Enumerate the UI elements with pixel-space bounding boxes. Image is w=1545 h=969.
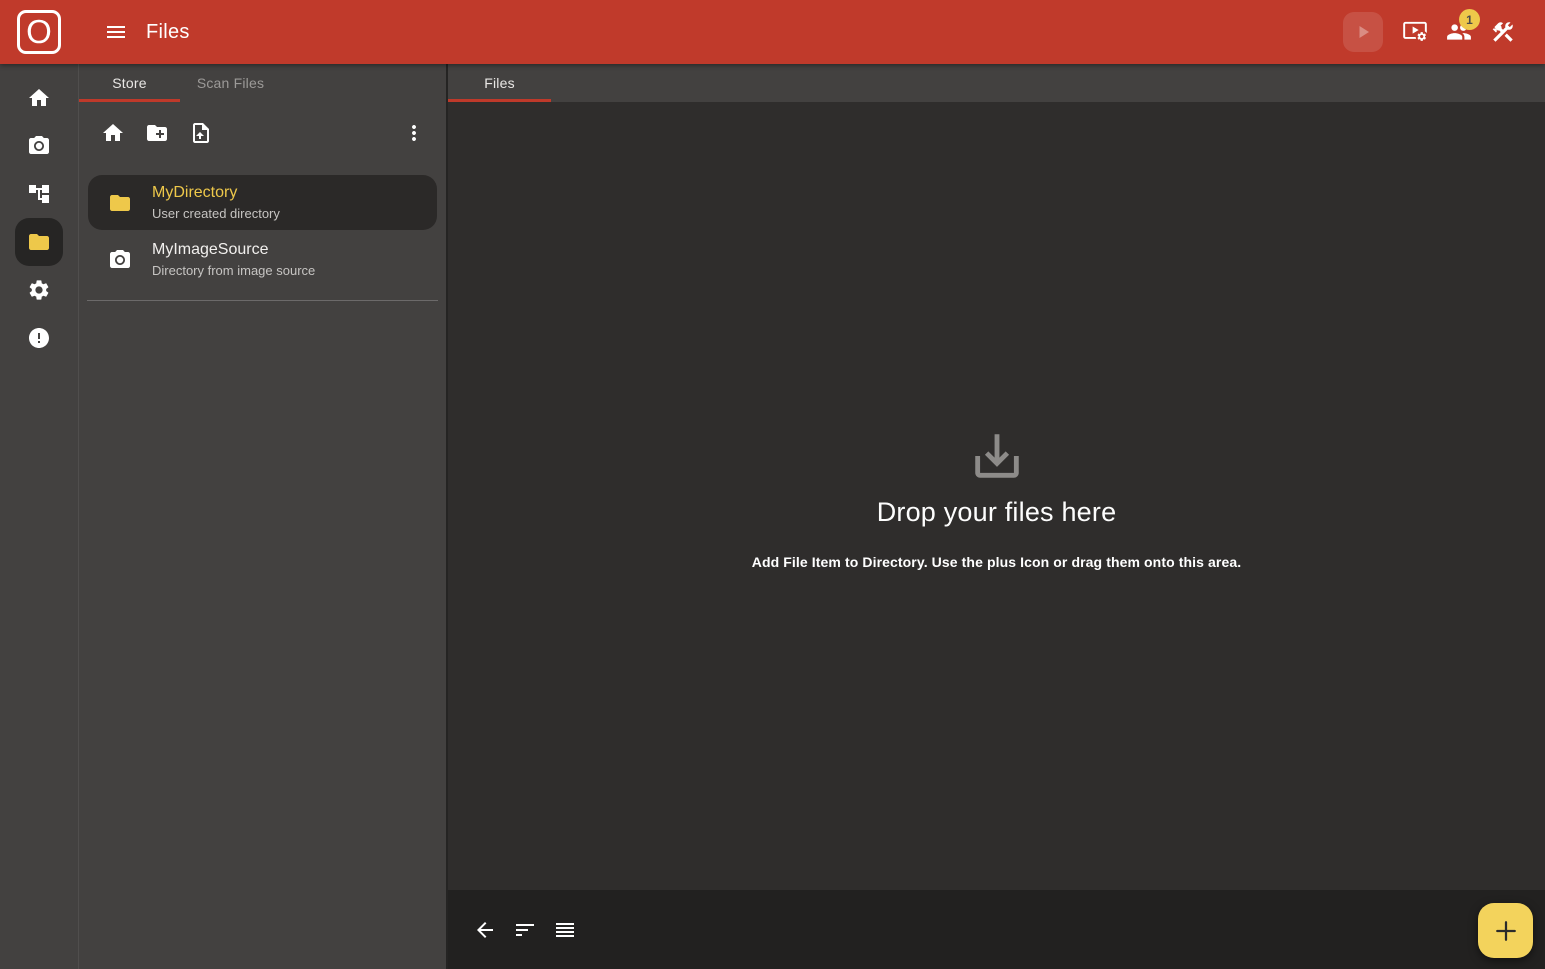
people-button[interactable]: 1 — [1437, 12, 1481, 52]
home-icon — [101, 121, 125, 145]
sidebar-item-alerts[interactable] — [15, 314, 63, 362]
upload-file-icon — [189, 121, 213, 145]
settings-gear-icon — [27, 278, 51, 302]
drop-title: Drop your files here — [752, 497, 1241, 528]
list-item-mydirectory[interactable]: MyDirectory User created directory — [88, 175, 437, 230]
upload-file-button[interactable] — [189, 121, 213, 145]
drop-subtitle: Add File Item to Directory. Use the plus… — [752, 554, 1241, 570]
logo-letter: O — [26, 15, 52, 48]
download-icon — [752, 427, 1241, 485]
camera-icon — [108, 248, 132, 272]
drop-zone[interactable]: Drop your files here Add File Item to Di… — [448, 102, 1545, 890]
tab-store[interactable]: Store — [79, 64, 180, 102]
back-button[interactable] — [473, 918, 497, 942]
header-actions: 1 — [1343, 12, 1545, 52]
plus-icon — [1491, 916, 1521, 946]
store-tab-bar: Store Scan Files — [79, 64, 446, 102]
create-new-folder-icon — [145, 121, 169, 145]
directory-list: MyDirectory User created directory MyIma… — [79, 167, 446, 289]
notification-badge: 1 — [1459, 9, 1480, 30]
home-directory-button[interactable] — [101, 121, 125, 145]
store-toolbar — [79, 102, 446, 167]
display-settings-icon — [1402, 19, 1428, 45]
tab-scan-files[interactable]: Scan Files — [180, 64, 281, 102]
sidebar-item-files[interactable] — [15, 218, 63, 266]
construction-icon — [1490, 19, 1516, 45]
directory-title: MyImageSource — [152, 240, 315, 259]
directory-subtitle: Directory from image source — [152, 263, 315, 279]
tab-files[interactable]: Files — [448, 64, 551, 102]
more-vert-icon — [402, 121, 426, 145]
account-tree-icon — [27, 182, 51, 206]
create-folder-button[interactable] — [145, 121, 169, 145]
drop-zone-message: Drop your files here Add File Item to Di… — [752, 427, 1241, 570]
play-button[interactable] — [1343, 12, 1383, 52]
nav-rail — [0, 64, 78, 969]
bottom-toolbar — [448, 890, 1545, 969]
files-panel: Files Drop your files here Add File Item… — [448, 64, 1545, 969]
file-store-panel: Store Scan Files MyDirectory User create… — [78, 64, 448, 969]
more-options-button[interactable] — [402, 121, 426, 145]
directory-title: MyDirectory — [152, 183, 280, 202]
folder-icon — [27, 230, 51, 254]
directory-subtitle: User created directory — [152, 206, 280, 222]
sidebar-item-camera[interactable] — [15, 122, 63, 170]
play-icon — [1351, 20, 1375, 44]
sidebar-item-settings[interactable] — [15, 266, 63, 314]
list-item-myimagesource[interactable]: MyImageSource Directory from image sourc… — [88, 232, 437, 287]
hamburger-menu-icon — [104, 20, 128, 44]
add-file-fab[interactable] — [1478, 903, 1533, 958]
camera-icon — [27, 134, 51, 158]
list-divider — [87, 300, 438, 301]
app-logo: O — [0, 10, 78, 54]
app-header: O Files 1 — [0, 0, 1545, 64]
home-icon — [27, 86, 51, 110]
sort-button[interactable] — [513, 918, 537, 942]
folder-icon — [108, 191, 132, 215]
alert-icon — [27, 326, 51, 350]
sort-icon — [513, 918, 537, 942]
files-tab-bar: Files — [448, 64, 1545, 102]
sidebar-item-connections[interactable] — [15, 170, 63, 218]
page-title: Files — [146, 21, 190, 44]
view-list-button[interactable] — [553, 918, 577, 942]
hamburger-menu-button[interactable] — [104, 20, 128, 44]
reorder-icon — [553, 918, 577, 942]
display-settings-button[interactable] — [1393, 12, 1437, 52]
logo-frame: O — [17, 10, 61, 54]
arrow-back-icon — [473, 918, 497, 942]
construction-button[interactable] — [1481, 12, 1525, 52]
sidebar-item-home[interactable] — [15, 74, 63, 122]
